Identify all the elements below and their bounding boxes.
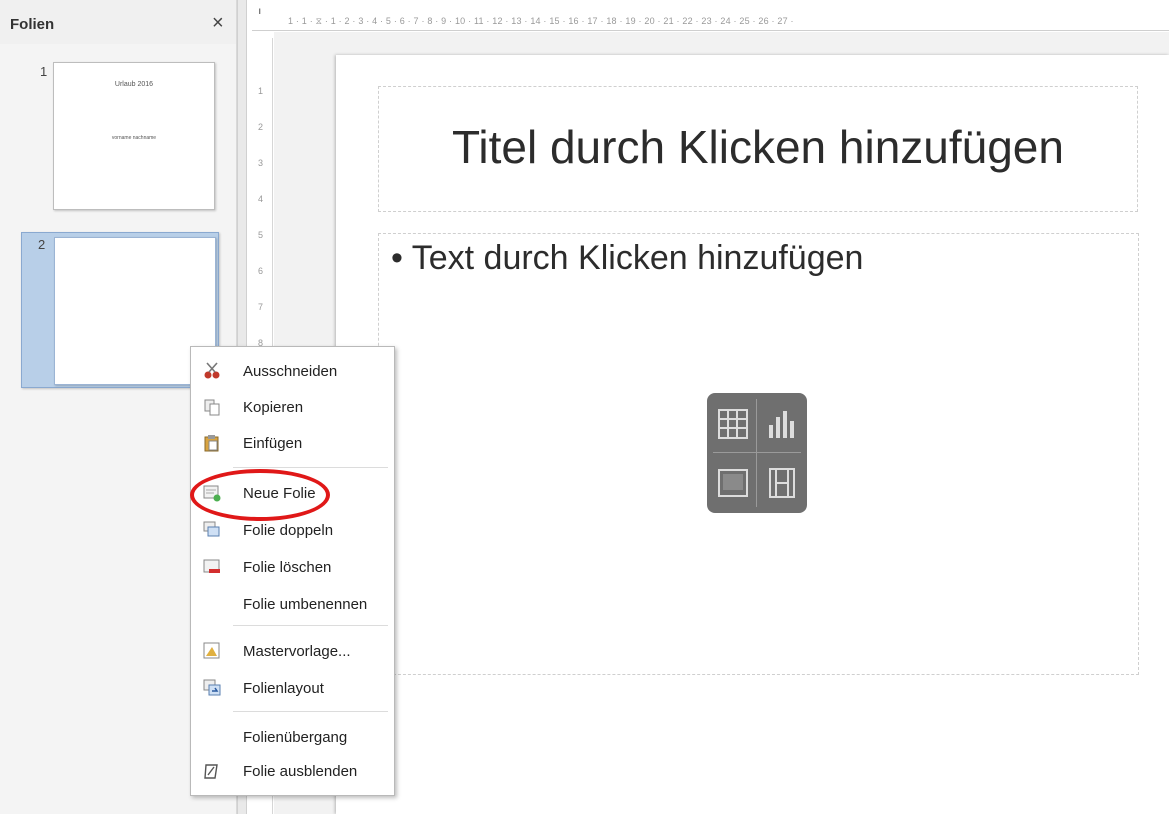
vruler-tick: 1 [258,86,264,96]
title-placeholder[interactable]: Titel durch Klicken hinzufügen [378,86,1138,212]
menu-item-folie-ausblenden[interactable]: Folie ausblenden [191,755,394,787]
slide-pane-header: Folien × [0,0,236,44]
vruler-tick: 7 [258,302,264,312]
slide-layout-icon [203,679,221,697]
menu-item-label: Folie doppeln [243,522,334,539]
menu-item-mastervorlage[interactable]: Mastervorlage... [191,635,394,667]
menu-item-label: Kopieren [243,399,304,416]
menu-item-label: Neue Folie [243,485,316,502]
menu-item-label: Ausschneiden [243,363,338,380]
menu-separator [233,625,388,626]
menu-item-folienlayout[interactable]: Folienlayout [191,672,394,704]
vruler-tick: 5 [258,230,264,240]
menu-item-folie-loeschen[interactable]: Folie löschen [191,551,394,583]
horizontal-ruler[interactable]: 1 · 1 · ⧖ · 1 · 2 · 3 · 4 · 5 · 6 · 7 · … [252,14,1169,31]
new-slide-icon [203,484,221,502]
table-icon[interactable] [710,396,756,452]
paste-icon [203,434,221,452]
slide-pane-title: Folien [10,16,55,33]
title-placeholder-text: Titel durch Klicken hinzufügen [452,121,1064,173]
menu-item-label: Folie umbenennen [243,596,368,613]
menu-item-label: Folienübergang [243,729,348,746]
hide-slide-icon [203,762,221,780]
vruler-tick: 2 [258,122,264,132]
video-icon[interactable] [759,455,805,511]
menu-item-einfuegen[interactable]: Einfügen [191,427,394,459]
menu-item-kopieren[interactable]: Kopieren [191,391,394,423]
scissors-icon [203,362,221,380]
chart-icon[interactable] [759,396,805,452]
copy-icon [203,398,221,416]
thumbnail-subtitle-text: vorname nachname [111,135,157,141]
close-icon[interactable]: × [212,12,224,35]
slide-number-2: 2 [38,237,46,252]
vruler-tick: 4 [258,194,264,204]
slide-number-1: 1 [40,64,48,79]
menu-item-folie-doppeln[interactable]: Folie doppeln [191,514,394,546]
context-menu: Ausschneiden Kopieren Einfügen Neue Foli… [190,346,395,796]
duplicate-slide-icon [203,521,221,539]
image-icon[interactable] [710,455,756,511]
menu-item-folie-umbenennen[interactable]: Folie umbenennen [191,588,394,620]
vruler-tick: 3 [258,158,264,168]
menu-separator [233,711,388,712]
menu-separator [233,467,388,468]
menu-item-label: Folie ausblenden [243,763,358,780]
menu-item-label: Folienlayout [243,680,324,697]
ruler-ticks: 1 · 1 · ⧖ · 1 · 2 · 3 · 4 · 5 · 6 · 7 · … [288,16,794,26]
menu-item-label: Einfügen [243,435,303,452]
content-placeholder-text: • Text durch Klicken hinzufügen [391,239,864,277]
menu-item-label: Mastervorlage... [243,643,351,660]
master-slide-icon [203,642,221,660]
vruler-tick: 6 [258,266,264,276]
menu-item-neue-folie[interactable]: Neue Folie [191,477,394,509]
delete-slide-icon [203,558,221,576]
menu-item-label: Folie löschen [243,559,332,576]
thumbnail-title-text: Urlaub 2016 [114,81,154,88]
slide-thumbnail-1[interactable]: Urlaub 2016 vorname nachname [53,62,215,210]
menu-item-ausschneiden[interactable]: Ausschneiden [191,355,394,387]
menu-item-folienuebergang[interactable]: Folienübergang [191,721,394,753]
insert-object-panel [707,393,807,513]
